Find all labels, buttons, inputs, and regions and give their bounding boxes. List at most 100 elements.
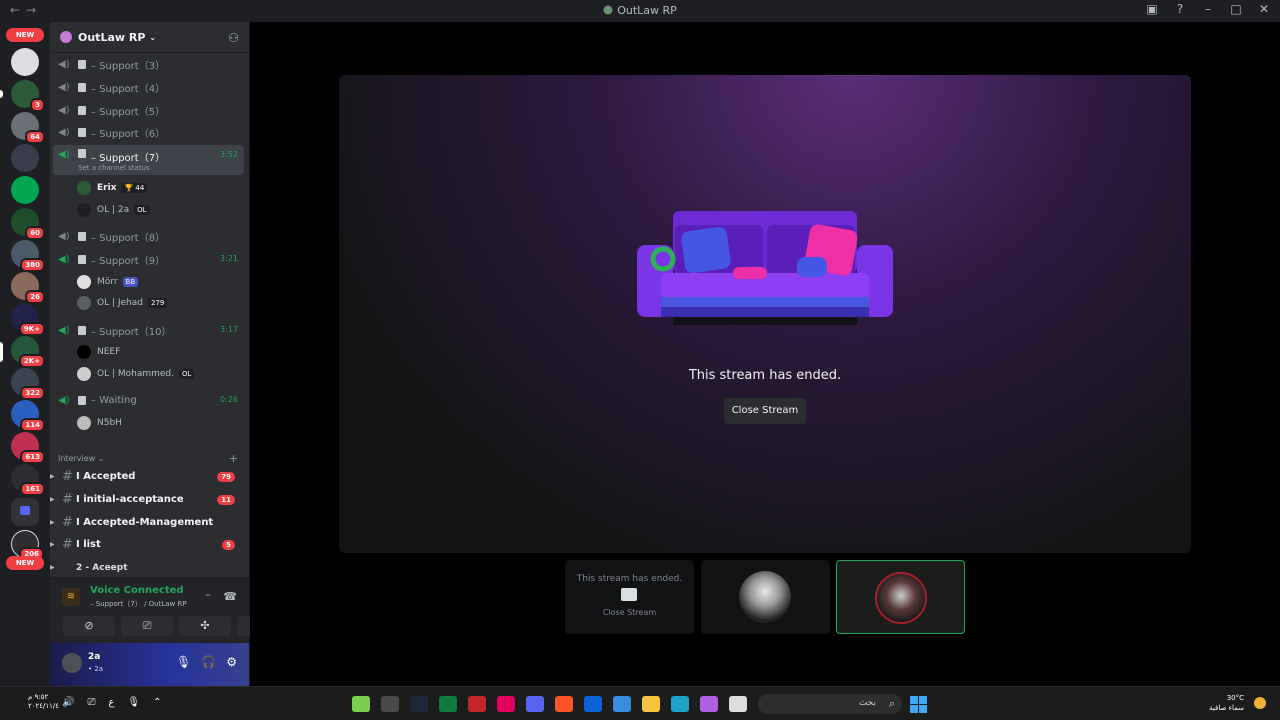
stream-tile[interactable]: This stream has ended. Close Stream bbox=[565, 560, 694, 634]
voice-channel-active[interactable]: ◀) – Support（7） 3:52 Set a channel status bbox=[53, 145, 244, 175]
voice-channel[interactable]: ◀) – Support（4） bbox=[53, 77, 244, 98]
server-icon[interactable]: 9K+ bbox=[11, 304, 45, 336]
voice-channel[interactable]: ◀) – Support（3） bbox=[53, 54, 244, 75]
network-icon[interactable]: ⎚ bbox=[87, 697, 95, 708]
minimize-icon[interactable]: – bbox=[1200, 2, 1216, 16]
server-icon[interactable]: 64 bbox=[11, 112, 45, 144]
close-stream-button[interactable]: Close Stream bbox=[724, 398, 806, 424]
disconnect-icon[interactable]: ☎ bbox=[223, 590, 237, 603]
app-icon[interactable] bbox=[439, 696, 457, 712]
voice-user[interactable]: Mörr BB bbox=[77, 272, 139, 292]
chevron-up-icon[interactable]: ⌃ bbox=[153, 697, 161, 708]
search-box[interactable]: بحث ⌕ bbox=[758, 694, 902, 714]
voice-user[interactable]: NEEF bbox=[77, 342, 120, 362]
window-title-text: OutLaw RP bbox=[617, 4, 677, 17]
text-channel[interactable]: ▶ # I initial-acceptance 11 bbox=[50, 489, 245, 510]
folder-icon[interactable] bbox=[642, 696, 660, 712]
help-icon[interactable]: ? bbox=[1172, 2, 1188, 16]
close-icon[interactable]: ✕ bbox=[1256, 2, 1272, 16]
user-name[interactable]: 2a bbox=[88, 652, 100, 662]
voice-channel[interactable]: ◀) – Support（5） bbox=[53, 100, 244, 121]
start-icon[interactable] bbox=[910, 696, 927, 713]
weather-widget[interactable]: 30°C سماء صافية bbox=[1209, 693, 1244, 713]
app-icon[interactable] bbox=[468, 696, 486, 712]
server-icon[interactable]: 2K+ bbox=[11, 336, 45, 368]
server-icon[interactable]: 114 bbox=[11, 400, 45, 432]
microphone-icon[interactable]: 🎙 bbox=[127, 697, 140, 708]
voice-channel[interactable]: ◀) – Support（6） bbox=[53, 122, 244, 143]
category-header[interactable]: Interview ⌄ + bbox=[58, 452, 238, 465]
server-icon[interactable] bbox=[11, 144, 39, 172]
task-view-icon[interactable] bbox=[729, 696, 747, 712]
participant-tile[interactable] bbox=[701, 560, 830, 634]
document-icon bbox=[78, 128, 86, 137]
brave-icon[interactable] bbox=[555, 696, 573, 712]
voice-user[interactable]: OL | Jehad 279 bbox=[77, 293, 168, 313]
voice-status[interactable]: Voice Connected bbox=[90, 585, 184, 596]
server-icon[interactable]: 380 bbox=[11, 240, 45, 272]
unread-badge: 5 bbox=[222, 539, 235, 550]
clock[interactable]: ٩:٥٢ م ٢٠٢٤/١١/٤ bbox=[28, 693, 59, 711]
server-icon[interactable]: 322 bbox=[11, 368, 45, 400]
share-screen-button[interactable]: ⎚ bbox=[121, 616, 173, 636]
invite-people-icon[interactable]: ⚇ bbox=[228, 31, 239, 45]
server-icon[interactable]: 613 bbox=[11, 432, 45, 464]
app-icon[interactable] bbox=[352, 696, 370, 712]
inbox-icon[interactable]: ▣ bbox=[1144, 2, 1160, 16]
mail-icon[interactable] bbox=[584, 696, 602, 712]
search-icon: ⌕ bbox=[888, 697, 895, 710]
server-icon[interactable]: 60 bbox=[11, 208, 45, 240]
language-indicator[interactable]: ع bbox=[108, 697, 114, 708]
steam-icon[interactable] bbox=[410, 696, 428, 712]
tile-close-stream[interactable]: Close Stream bbox=[565, 608, 694, 617]
voice-user[interactable]: N5bH⍉ bbox=[77, 413, 272, 433]
discord-icon[interactable] bbox=[526, 696, 544, 712]
stream-stage: This stream has ended. Close Stream This… bbox=[250, 22, 1280, 686]
avatar[interactable] bbox=[62, 653, 82, 673]
server-folder-icon[interactable] bbox=[11, 498, 39, 526]
channel-label: – Support（7） bbox=[91, 153, 166, 164]
server-header[interactable]: OutLaw RP ⌄ ⚇ bbox=[50, 22, 249, 53]
copilot-icon[interactable] bbox=[700, 696, 718, 712]
voice-channel[interactable]: ◀) – Support（10） 3:17 bbox=[53, 320, 244, 341]
voice-user[interactable]: OL | Mohammed. OL bbox=[77, 364, 195, 384]
participant-tile-speaking[interactable] bbox=[836, 560, 965, 634]
maximize-icon[interactable]: □ bbox=[1228, 2, 1244, 16]
document-icon bbox=[78, 83, 86, 92]
voice-channel[interactable]: ◀) – Waiting 0:26 bbox=[53, 390, 244, 411]
voice-user[interactable]: OL | 2a OL bbox=[77, 200, 150, 220]
channel-timer: 3:52 bbox=[220, 150, 238, 159]
headphones-icon[interactable]: 🎧 bbox=[201, 655, 216, 669]
temperature: 30°C bbox=[1226, 694, 1244, 702]
tile-ended-text: This stream has ended. bbox=[576, 574, 683, 584]
voice-location[interactable]: – Support（7） / OutLaw RP bbox=[90, 599, 187, 609]
app-icon[interactable] bbox=[381, 696, 399, 712]
edge-icon[interactable] bbox=[671, 696, 689, 712]
server-icon[interactable] bbox=[11, 176, 39, 204]
server-icon[interactable]: 3 bbox=[11, 80, 45, 112]
store-icon[interactable] bbox=[613, 696, 631, 712]
thread-channel[interactable]: ▶ 2 - Aceept bbox=[50, 557, 245, 578]
camera-off-button[interactable]: ⊘ bbox=[63, 616, 115, 636]
channel-status-prompt[interactable]: Set a channel status bbox=[78, 164, 150, 172]
voice-user[interactable]: Erix 🏆 44 bbox=[77, 178, 148, 198]
server-icon[interactable] bbox=[11, 48, 39, 76]
voice-channel[interactable]: ◀) – Support（8） bbox=[53, 226, 244, 247]
speaker-icon: ◀) bbox=[58, 105, 70, 116]
app-icon[interactable] bbox=[497, 696, 515, 712]
signal-icon[interactable]: ≋ bbox=[62, 588, 80, 606]
voice-channel[interactable]: ◀) – Support（9） 3:21 bbox=[53, 249, 244, 270]
volume-icon[interactable]: 🔊 bbox=[62, 697, 74, 708]
settings-gear-icon[interactable]: ⚙ bbox=[226, 655, 237, 669]
server-icon[interactable]: 206 bbox=[11, 530, 44, 561]
text-channel[interactable]: ▶ # I Accepted-Management bbox=[50, 512, 245, 533]
server-icon[interactable]: 161 bbox=[11, 464, 45, 496]
noise-suppression-icon[interactable]: ⌁ bbox=[205, 590, 211, 601]
activities-button[interactable]: ✣ bbox=[179, 616, 231, 636]
server-icon[interactable]: 26 bbox=[11, 272, 45, 304]
text-channel[interactable]: ▶ # I Accepted 79 bbox=[50, 466, 245, 487]
document-icon bbox=[78, 255, 86, 264]
add-channel-icon[interactable]: + bbox=[229, 452, 238, 465]
microphone-icon[interactable]: 🎙 bbox=[176, 655, 191, 669]
text-channel[interactable]: ▶ # I list 5 bbox=[50, 534, 245, 555]
